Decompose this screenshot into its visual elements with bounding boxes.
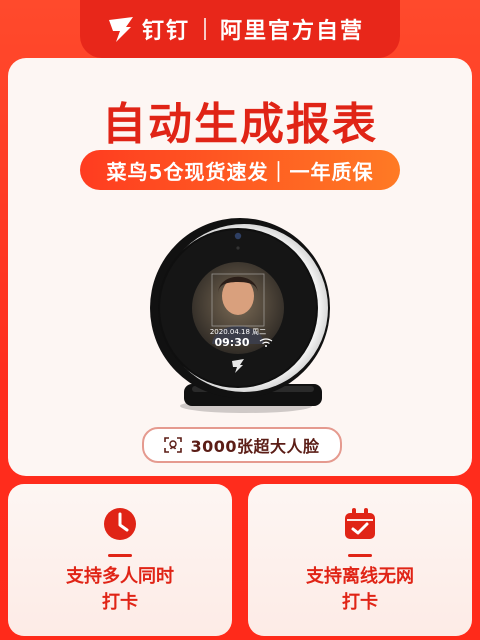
hero-card: 自动生成报表 菜鸟5仓现货速发｜一年质保 2020.04.18 周二 09:30… [8,58,472,476]
promo-title: 自动生成报表 [102,99,378,150]
header: 钉钉 阿里官方自营 [0,0,480,58]
brand: 钉钉 阿里官方自营 [106,12,364,46]
attendance-device-image: 2020.04.18 周二 09:30 [150,218,330,413]
feature-card-multi-user: 支持多人同时 打卡 [8,484,232,636]
product-page: 钉钉 阿里官方自营 自动生成报表 菜鸟5仓现货速发｜一年质保 2020.04.1… [0,0,480,640]
promo-subtitle-pill: 菜鸟5仓现货速发｜一年质保 [80,150,400,190]
feature-line-2: 打卡 [342,592,378,613]
promo-subtitle: 菜鸟5仓现货速发｜一年质保 [106,159,374,184]
feature-divider [348,554,372,557]
brand-subtitle: 阿里官方自营 [220,19,365,44]
calendar-icon [345,508,375,539]
feature-card-offline: 支持离线无网 打卡 [248,484,472,636]
feature-divider [108,554,132,557]
feature-line-1: 支持离线无网 [306,566,414,587]
face-capacity-text: 3000张超大人脸 [190,437,320,456]
face-capacity-badge: 3000张超大人脸 [142,427,342,463]
features-section: 支持多人同时 打卡 支持离线无网 打卡 [0,476,480,640]
feature-line-2: 打卡 [102,592,138,613]
device-screen-date: 2020.04.18 周二 [210,328,266,336]
device-screen-time: 09:30 [214,336,249,349]
brand-separator [204,18,207,40]
brand-name: 钉钉 [142,19,191,44]
feature-text: 支持离线无网 打卡 [248,564,472,616]
dingtalk-wing-icon [109,17,133,42]
feature-text: 支持多人同时 打卡 [8,564,232,616]
clock-icon [104,508,136,540]
feature-line-1: 支持多人同时 [66,566,174,587]
face-scan-icon [164,437,183,453]
